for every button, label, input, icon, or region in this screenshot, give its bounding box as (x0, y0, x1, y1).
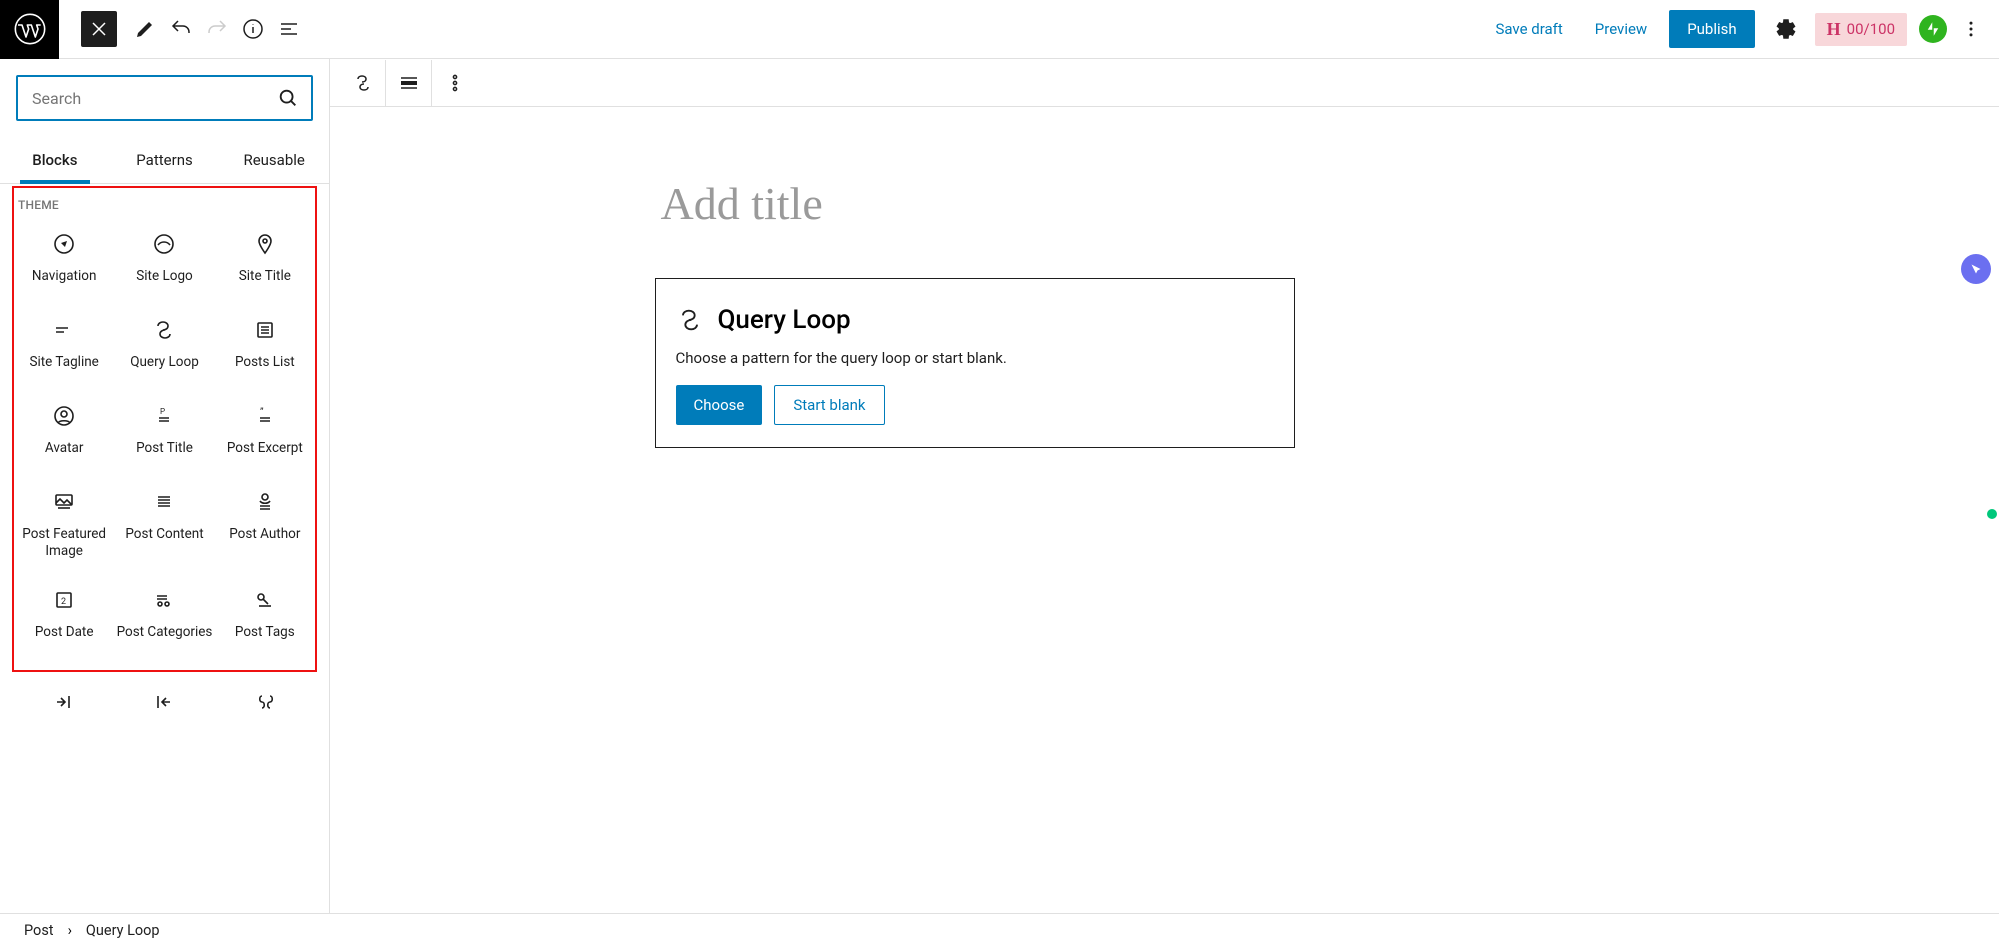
preview-button[interactable]: Preview (1585, 12, 1657, 46)
block-item-site-logo[interactable]: Site Logo (114, 218, 214, 304)
redo-icon[interactable] (199, 11, 235, 47)
tagline-icon (52, 318, 76, 342)
tab-reusable[interactable]: Reusable (219, 137, 329, 183)
editor-canvas: Add title Query Loop Choose a pattern fo… (330, 59, 1999, 913)
block-item-navigation[interactable]: Navigation (14, 218, 114, 304)
info-icon[interactable] (235, 11, 271, 47)
toolbar-queryloop-icon[interactable] (340, 60, 386, 106)
pin-icon (253, 232, 277, 256)
query-loop-heading: Query Loop (718, 305, 851, 335)
block-item-label: Site Tagline (29, 354, 98, 371)
block-item-label: Post Content (125, 526, 203, 543)
sitelogo-icon (152, 232, 176, 256)
prev-icon (152, 690, 176, 714)
block-item-label: Post Categories (117, 624, 213, 641)
block-inserter-panel: Blocks Patterns Reusable THEME Navigatio… (0, 59, 330, 913)
toolbar-align-icon[interactable] (386, 60, 432, 106)
publish-button[interactable]: Publish (1669, 10, 1754, 48)
jetpack-icon[interactable] (1919, 15, 1947, 43)
close-inserter-button[interactable] (81, 11, 117, 47)
block-item-label: Avatar (45, 440, 84, 457)
query-loop-description: Choose a pattern for the query loop or s… (676, 349, 1274, 367)
block-item-label: Site Logo (136, 268, 192, 285)
block-item-post-title[interactable]: Post Title (114, 390, 214, 476)
block-item-label: Post Date (35, 624, 94, 641)
more-menu-icon[interactable] (1959, 11, 1983, 47)
wordpress-logo[interactable] (0, 0, 59, 59)
posttitle-icon (152, 404, 176, 428)
breadcrumb-item[interactable]: Post (24, 922, 54, 939)
next-icon (51, 690, 75, 714)
h-icon: H (1827, 19, 1841, 40)
author-icon (253, 490, 277, 514)
block-item-label: Post Featured Image (16, 526, 112, 560)
block-item-prev[interactable] (114, 684, 216, 740)
block-toolbar (330, 59, 1999, 107)
compass-icon (52, 232, 76, 256)
topbar: Save draft Preview Publish H 00/100 (0, 0, 1999, 59)
query-loop-placeholder: Query Loop Choose a pattern for the quer… (655, 278, 1295, 448)
tags-icon (253, 588, 277, 612)
block-item-label: Post Author (229, 526, 300, 543)
block-item-label: Post Excerpt (227, 440, 303, 457)
block-item-post-author[interactable]: Post Author (215, 476, 315, 574)
loop-icon (676, 306, 704, 334)
block-item-posts-list[interactable]: Posts List (215, 304, 315, 390)
block-item-label: Post Tags (235, 624, 295, 641)
readability-score-badge[interactable]: H 00/100 (1815, 13, 1907, 46)
block-item-post-excerpt[interactable]: Post Excerpt (215, 390, 315, 476)
outline-icon[interactable] (271, 11, 307, 47)
undo-icon[interactable] (163, 11, 199, 47)
pagenum-icon (254, 690, 278, 714)
block-item-post-tags[interactable]: Post Tags (215, 574, 315, 660)
block-item-label: Posts List (235, 354, 295, 371)
block-item-label: Query Loop (130, 354, 199, 371)
search-icon (277, 87, 299, 109)
inserter-tabs: Blocks Patterns Reusable (0, 137, 329, 184)
block-item-site-tagline[interactable]: Site Tagline (14, 304, 114, 390)
green-indicator-dot (1987, 509, 1997, 519)
block-item-post-featured-image[interactable]: Post Featured Image (14, 476, 114, 574)
save-draft-button[interactable]: Save draft (1485, 12, 1572, 46)
avatar-icon (52, 404, 76, 428)
categories-icon (152, 588, 176, 612)
theme-blocks-highlight: THEME Navigation Site Logo Site Title Site … (12, 186, 317, 672)
breadcrumb: Post › Query Loop (0, 913, 1999, 947)
edit-icon[interactable] (127, 11, 163, 47)
block-item-label: Site Title (239, 268, 291, 285)
tab-blocks[interactable]: Blocks (0, 137, 110, 183)
loop-icon (152, 318, 176, 342)
settings-icon[interactable] (1767, 11, 1803, 47)
date-icon (52, 588, 76, 612)
block-item-site-title[interactable]: Site Title (215, 218, 315, 304)
search-input[interactable] (32, 89, 277, 108)
block-item-avatar[interactable]: Avatar (14, 390, 114, 476)
breadcrumb-item[interactable]: Query Loop (86, 922, 160, 939)
search-box (16, 75, 313, 121)
tab-patterns[interactable]: Patterns (110, 137, 220, 183)
content-icon (152, 490, 176, 514)
choose-button[interactable]: Choose (676, 385, 763, 425)
block-item-next[interactable] (12, 684, 114, 740)
featimg-icon (52, 490, 76, 514)
block-item-label: Navigation (32, 268, 96, 285)
grammarly-icon[interactable] (1961, 254, 1991, 284)
block-item-post-date[interactable]: Post Date (14, 574, 114, 660)
block-item-query-loop[interactable]: Query Loop (114, 304, 214, 390)
block-item-post-content[interactable]: Post Content (114, 476, 214, 574)
readability-score-value: 00/100 (1847, 20, 1895, 38)
block-item-post-categories[interactable]: Post Categories (114, 574, 214, 660)
chevron-right-icon: › (68, 922, 72, 939)
section-label-theme: THEME (14, 188, 315, 218)
block-item-label: Post Title (136, 440, 193, 457)
start-blank-button[interactable]: Start blank (774, 385, 884, 425)
postslist-icon (253, 318, 277, 342)
block-item-pagenum[interactable] (215, 684, 317, 740)
excerpt-icon (253, 404, 277, 428)
toolbar-more-icon[interactable] (432, 60, 478, 106)
post-title-placeholder[interactable]: Add title (661, 177, 1675, 230)
